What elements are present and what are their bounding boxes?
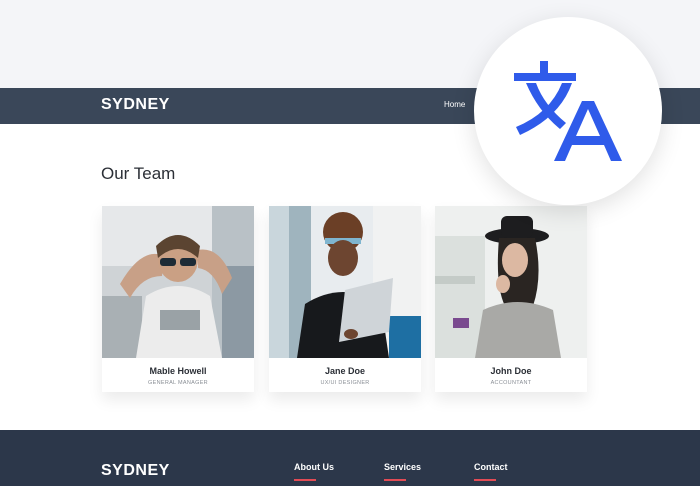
nav-link-home[interactable]: Home (444, 100, 465, 109)
team-card[interactable]: Mable Howell GENERAL MANAGER (102, 206, 254, 392)
section-title: Our Team (101, 164, 176, 183)
footer-link-services[interactable]: Services (384, 462, 421, 472)
footer-link-about-us[interactable]: About Us (294, 462, 334, 472)
footer-link-underline (474, 479, 496, 481)
translate-badge[interactable] (474, 17, 662, 205)
translate-icon (514, 61, 622, 161)
team-card[interactable]: John Doe ACCOUNTANT (435, 206, 587, 392)
team-member-name: John Doe (490, 366, 532, 376)
team-card[interactable]: Jane Doe UX/UI DESIGNER (269, 206, 421, 392)
team-member-name: Jane Doe (324, 366, 366, 376)
footer-link-underline (384, 479, 406, 481)
team-member-role: ACCOUNTANT (490, 380, 532, 386)
site-logo[interactable]: SYDNEY (101, 96, 170, 114)
site-footer: SYDNEY About Us Services Contact (0, 430, 700, 486)
footer-logo[interactable]: SYDNEY (101, 462, 170, 480)
team-member-role: GENERAL MANAGER (148, 380, 208, 386)
footer-link-contact[interactable]: Contact (474, 462, 508, 472)
team-member-name: Mable Howell (149, 366, 207, 376)
footer-link-underline (294, 479, 316, 481)
team-member-photo (269, 206, 421, 358)
team-member-photo (435, 206, 587, 358)
team-member-role: UX/UI DESIGNER (320, 380, 370, 386)
team-member-photo (102, 206, 254, 358)
